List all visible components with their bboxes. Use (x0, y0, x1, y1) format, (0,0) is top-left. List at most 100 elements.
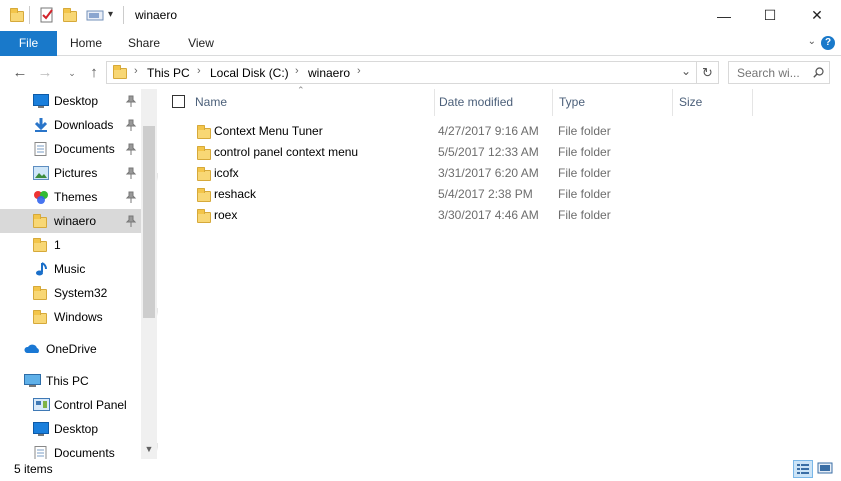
forward-button[interactable]: → (35, 63, 55, 83)
pin-icon (125, 95, 137, 107)
column-header-name[interactable]: Name (195, 95, 227, 109)
search-box[interactable] (728, 61, 830, 84)
nav-item[interactable]: 1 (0, 233, 141, 257)
nav-item[interactable]: Pictures (0, 161, 141, 185)
navigation-pane: Desktop Downloads Documents Pictures Themes w… (0, 89, 157, 459)
nav-item[interactable]: Desktop (0, 417, 141, 441)
select-all-checkbox[interactable] (172, 95, 185, 108)
desktop-icon (33, 94, 49, 108)
control-panel-icon (33, 398, 50, 412)
nav-item-label: Documents (54, 142, 115, 156)
nav-item[interactable]: Downloads (0, 113, 141, 137)
properties-icon[interactable] (39, 7, 55, 23)
rename-icon[interactable] (86, 7, 104, 23)
nav-item[interactable]: Documents (0, 441, 141, 459)
tab-share[interactable]: Share (122, 31, 166, 56)
pin-icon (125, 215, 137, 227)
folder-graphic (33, 238, 47, 252)
breadcrumb-separator[interactable]: › (134, 65, 138, 77)
divider (123, 6, 124, 24)
folder-icon (33, 310, 49, 324)
file-name: roex (214, 208, 238, 222)
table-row[interactable]: control panel context menu 5/5/2017 12:33… (158, 142, 841, 163)
nav-item[interactable]: winaero (0, 209, 141, 233)
file-name: reshack (214, 187, 257, 201)
details-view-button[interactable] (793, 460, 813, 478)
folder-graphic (33, 214, 47, 228)
help-button[interactable]: ? (821, 36, 835, 50)
up-button[interactable]: ↑ (84, 63, 104, 83)
breadcrumb-separator[interactable]: › (295, 65, 299, 77)
nav-item[interactable]: OneDrive (0, 337, 141, 361)
column-header-type[interactable]: Type (559, 95, 585, 109)
nav-scrollbar-thumb[interactable] (143, 126, 155, 318)
column-divider[interactable] (672, 89, 673, 116)
column-divider[interactable] (552, 89, 553, 116)
nav-item[interactable]: System32 (0, 281, 141, 305)
new-folder-icon[interactable] (63, 7, 79, 23)
pin-icon (125, 167, 137, 179)
minimize-button[interactable]: — (701, 0, 747, 31)
item-count: 5 items (14, 462, 53, 476)
file-list: ⌃ Name Date modified Type Size Context M… (158, 85, 841, 459)
nav-item[interactable]: Windows (0, 305, 141, 329)
folder-graphic (33, 310, 47, 324)
nav-item[interactable]: Music (0, 257, 141, 281)
nav-item-label: Windows (54, 310, 103, 324)
nav-item[interactable]: Control Panel (0, 393, 141, 417)
table-row[interactable]: roex 3/30/2017 4:46 AM File folder (158, 205, 841, 226)
expand-ribbon-icon[interactable]: ⌄ (808, 36, 816, 47)
file-date: 4/27/2017 9:16 AM (438, 124, 539, 138)
file-type: File folder (558, 124, 611, 138)
tab-view[interactable]: View (179, 31, 223, 56)
column-divider[interactable] (434, 89, 435, 116)
folder-icon (197, 167, 211, 181)
folder-icon (33, 286, 49, 300)
breadcrumb-this-pc[interactable]: This PC (147, 66, 190, 80)
file-date: 5/5/2017 12:33 AM (438, 145, 539, 159)
table-row[interactable]: icofx 3/31/2017 6:20 AM File folder (158, 163, 841, 184)
back-button[interactable]: ← (10, 63, 30, 83)
column-header-size[interactable]: Size (679, 95, 702, 109)
file-date: 3/31/2017 6:20 AM (438, 166, 539, 180)
address-bar[interactable]: › This PC › Local Disk (C:) › winaero › … (106, 61, 697, 84)
folder-graphic (33, 286, 47, 300)
computer-icon (24, 374, 41, 388)
sort-ascending-icon: ⌃ (297, 85, 305, 95)
search-input[interactable] (737, 66, 813, 80)
nav-item[interactable]: This PC (0, 369, 141, 393)
breadcrumb-local-disk[interactable]: Local Disk (C:) (210, 66, 289, 80)
search-icon[interactable] (813, 67, 824, 78)
folder-icon (33, 214, 49, 228)
divider (29, 6, 30, 24)
customize-quick-access-icon[interactable]: ▾ (108, 9, 113, 20)
pin-icon (125, 119, 137, 131)
nav-item[interactable]: Themes (0, 185, 141, 209)
table-row[interactable]: reshack 5/4/2017 2:38 PM File folder (158, 184, 841, 205)
breadcrumb-separator[interactable]: › (357, 65, 361, 77)
column-divider[interactable] (752, 89, 753, 116)
tab-file[interactable]: File (0, 31, 57, 56)
ribbon-tabs: File Home Share View ⌄ ? (0, 31, 841, 56)
download-icon (33, 118, 49, 132)
recent-locations-button[interactable]: ⌄ (62, 63, 82, 83)
table-row[interactable]: Context Menu Tuner 4/27/2017 9:16 AM File … (158, 121, 841, 142)
nav-scroll-down-button[interactable]: ▼ (141, 440, 157, 458)
nav-item[interactable]: Documents (0, 137, 141, 161)
maximize-button[interactable]: ☐ (747, 0, 793, 31)
nav-item-label: winaero (54, 214, 97, 228)
column-header-date[interactable]: Date modified (439, 95, 513, 109)
breadcrumb-separator[interactable]: › (197, 65, 201, 77)
breadcrumb-winaero[interactable]: winaero (308, 66, 350, 80)
nav-item[interactable]: Desktop (0, 89, 141, 113)
refresh-button[interactable]: ↻ (697, 61, 719, 84)
address-dropdown-icon[interactable]: ⌄ (681, 64, 691, 78)
file-date: 5/4/2017 2:38 PM (438, 187, 533, 201)
tab-home[interactable]: Home (64, 31, 108, 56)
nav-item-label: Themes (54, 190, 98, 204)
large-icons-view-button[interactable] (816, 460, 836, 478)
title-bar: ▾ winaero — ☐ ✕ (0, 0, 841, 31)
large-icons-view-icon (817, 462, 833, 474)
folder-icon (113, 65, 127, 79)
close-button[interactable]: ✕ (794, 0, 840, 31)
